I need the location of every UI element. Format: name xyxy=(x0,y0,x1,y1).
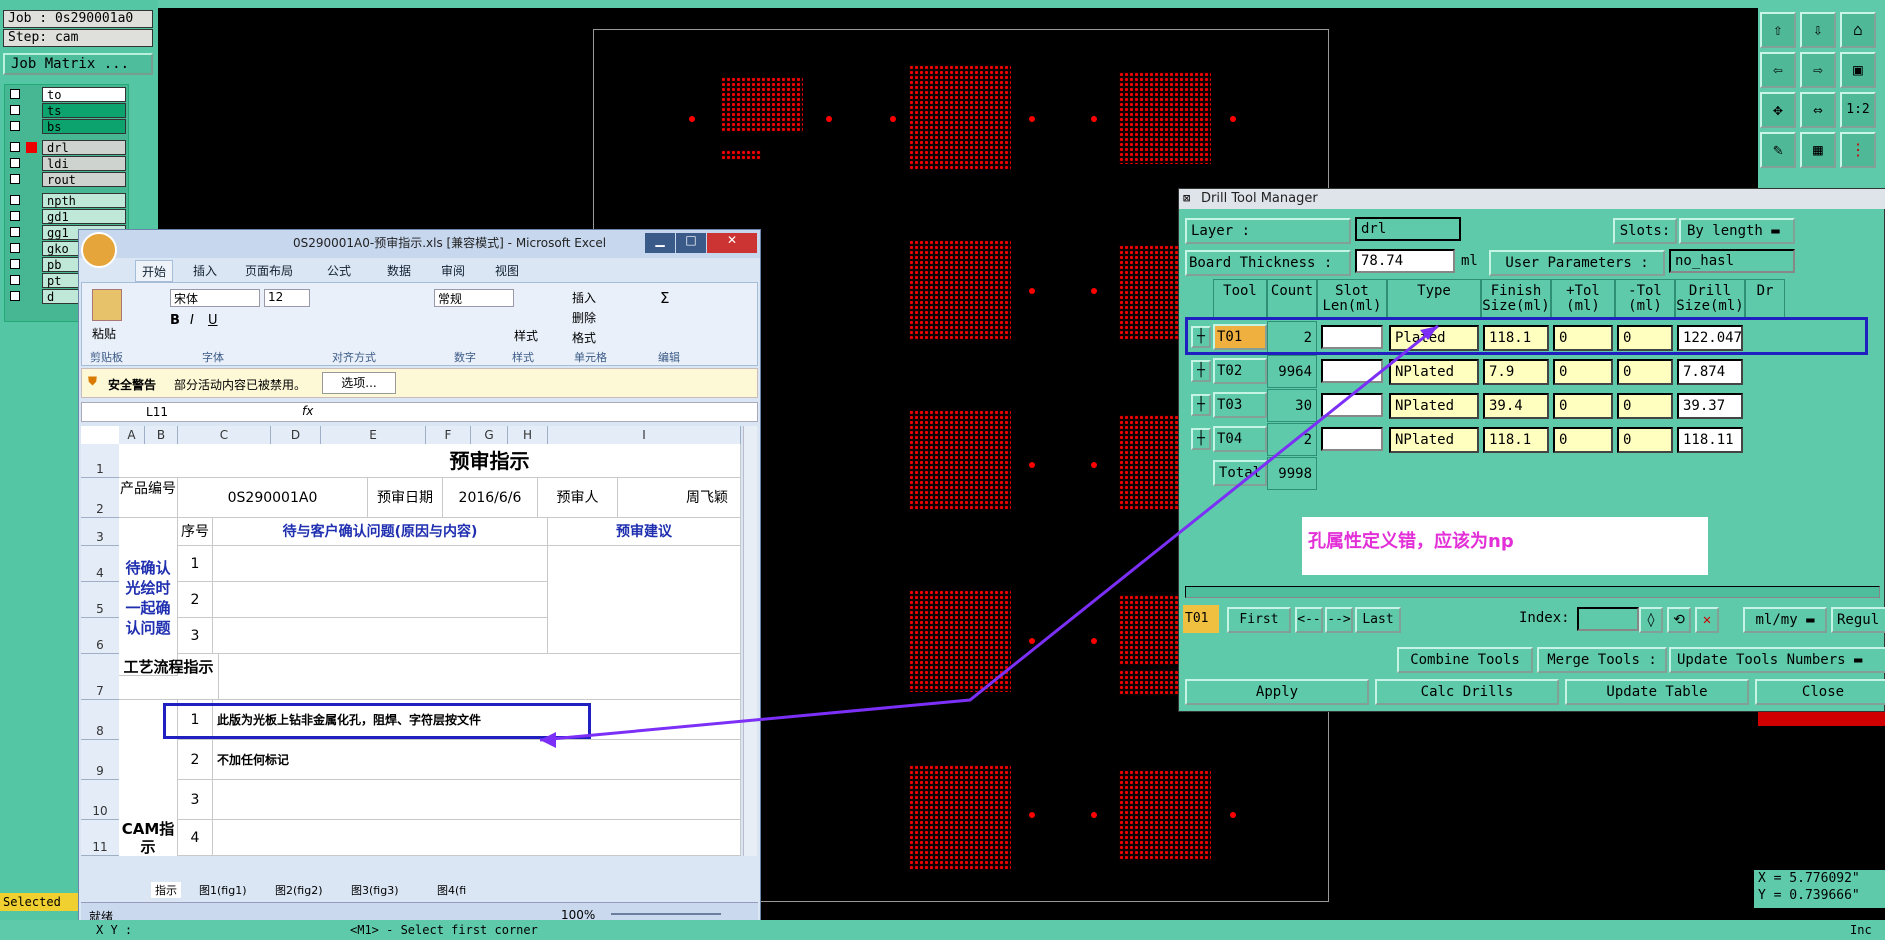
xy-label: X Y : xyxy=(96,923,133,937)
annotation-arrow xyxy=(539,324,1439,748)
status-line: <M1> - Select first corner xyxy=(350,923,538,937)
units-label: Inc xyxy=(1850,923,1872,937)
bottom-bar: X Y : <M1> - Select first corner Inc xyxy=(0,920,1885,940)
